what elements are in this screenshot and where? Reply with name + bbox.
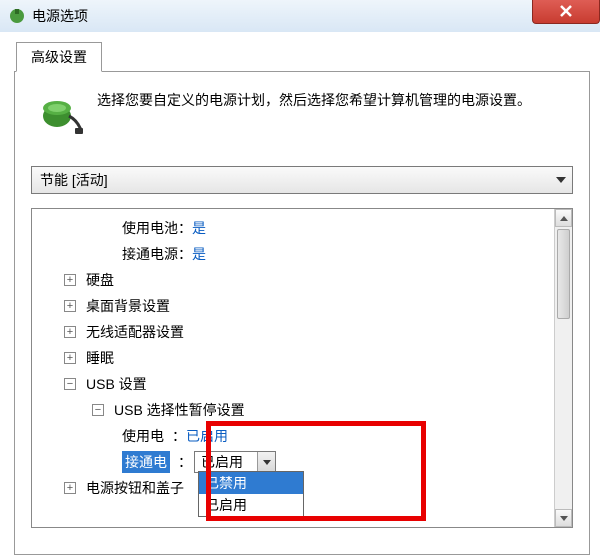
dropdown-arrow-button[interactable] <box>257 452 275 472</box>
row-ac-top: 接通电源： 是 <box>36 241 568 267</box>
tab-advanced[interactable]: 高级设置 <box>16 42 102 72</box>
row-hdd[interactable]: + 硬盘 <box>36 267 568 293</box>
chevron-down-icon <box>560 516 568 521</box>
dropdown-list[interactable]: 已禁用 已启用 <box>198 471 304 517</box>
chevron-down-icon <box>263 460 271 465</box>
collapse-icon[interactable]: − <box>64 378 76 390</box>
row-usb-selective[interactable]: − USB 选择性暂停设置 <box>36 397 568 423</box>
label-hdd: 硬盘 <box>86 270 114 290</box>
power-plan-icon <box>31 86 83 138</box>
value-battery[interactable]: 是 <box>192 218 206 238</box>
usb-ac-dropdown[interactable]: 已启用 <box>194 451 276 473</box>
label-usb-batt-b: ： <box>172 426 186 446</box>
plan-select-text: 节能 [活动] <box>40 170 108 190</box>
dropdown-option-disabled[interactable]: 已禁用 <box>199 472 303 494</box>
value-usb-batt[interactable]: 已启用 <box>186 426 228 446</box>
settings-tree: 使用电池： 是 接通电源： 是 + 硬盘 + 桌面背景设置 + 无线适配器设置 … <box>31 208 573 528</box>
label-usb-batt-a: 使用电 <box>122 426 164 446</box>
dropdown-selected: 已启用 <box>195 452 257 472</box>
scroll-up-button[interactable] <box>555 209 572 227</box>
client-area: 高级设置 选择您要自定义的电源计划，然后选择您希望计算机管理的电源设置。 节能 … <box>0 32 600 554</box>
intro-block: 选择您要自定义的电源计划，然后选择您希望计算机管理的电源设置。 <box>31 86 573 138</box>
app-icon <box>8 7 26 25</box>
label-desktop-bg: 桌面背景设置 <box>86 296 170 316</box>
expand-icon[interactable]: + <box>64 274 76 286</box>
scroll-thumb[interactable] <box>557 229 570 319</box>
row-usb[interactable]: − USB 设置 <box>36 371 568 397</box>
row-sleep[interactable]: + 睡眠 <box>36 345 568 371</box>
dropdown-option-enabled[interactable]: 已启用 <box>199 494 303 516</box>
row-desktop-bg[interactable]: + 桌面背景设置 <box>36 293 568 319</box>
row-wireless[interactable]: + 无线适配器设置 <box>36 319 568 345</box>
expand-icon[interactable]: + <box>64 326 76 338</box>
label-usb-selective: USB 选择性暂停设置 <box>114 400 245 420</box>
window-title: 电源选项 <box>32 6 88 26</box>
label-usb: USB 设置 <box>86 374 147 394</box>
label-ac: 接通电源： <box>122 244 192 264</box>
label-power-button: 电源按钮和盖子 <box>86 478 184 498</box>
row-usb-battery: 使用电 ： 已启用 <box>36 423 568 449</box>
row-battery-top: 使用电池： 是 <box>36 215 568 241</box>
expand-icon[interactable]: + <box>64 300 76 312</box>
expand-icon[interactable]: + <box>64 352 76 364</box>
tree-scrollbar[interactable] <box>554 209 572 527</box>
label-usb-ac-b: ： <box>178 452 192 472</box>
label-wireless: 无线适配器设置 <box>86 322 184 342</box>
tab-panel: 选择您要自定义的电源计划，然后选择您希望计算机管理的电源设置。 节能 [活动] … <box>14 71 590 555</box>
expand-icon[interactable]: + <box>64 482 76 494</box>
chevron-up-icon <box>560 216 568 221</box>
label-sleep: 睡眠 <box>86 348 114 368</box>
label-battery: 使用电池： <box>122 218 192 238</box>
intro-text: 选择您要自定义的电源计划，然后选择您希望计算机管理的电源设置。 <box>97 86 531 138</box>
collapse-icon[interactable]: − <box>92 404 104 416</box>
titlebar: 电源选项 <box>0 0 600 32</box>
chevron-down-icon <box>556 177 566 183</box>
value-ac[interactable]: 是 <box>192 244 206 264</box>
plan-select[interactable]: 节能 [活动] <box>31 166 573 194</box>
close-button[interactable] <box>532 0 600 24</box>
scroll-down-button[interactable] <box>555 509 572 527</box>
label-usb-ac-a: 接通电 <box>122 451 170 473</box>
